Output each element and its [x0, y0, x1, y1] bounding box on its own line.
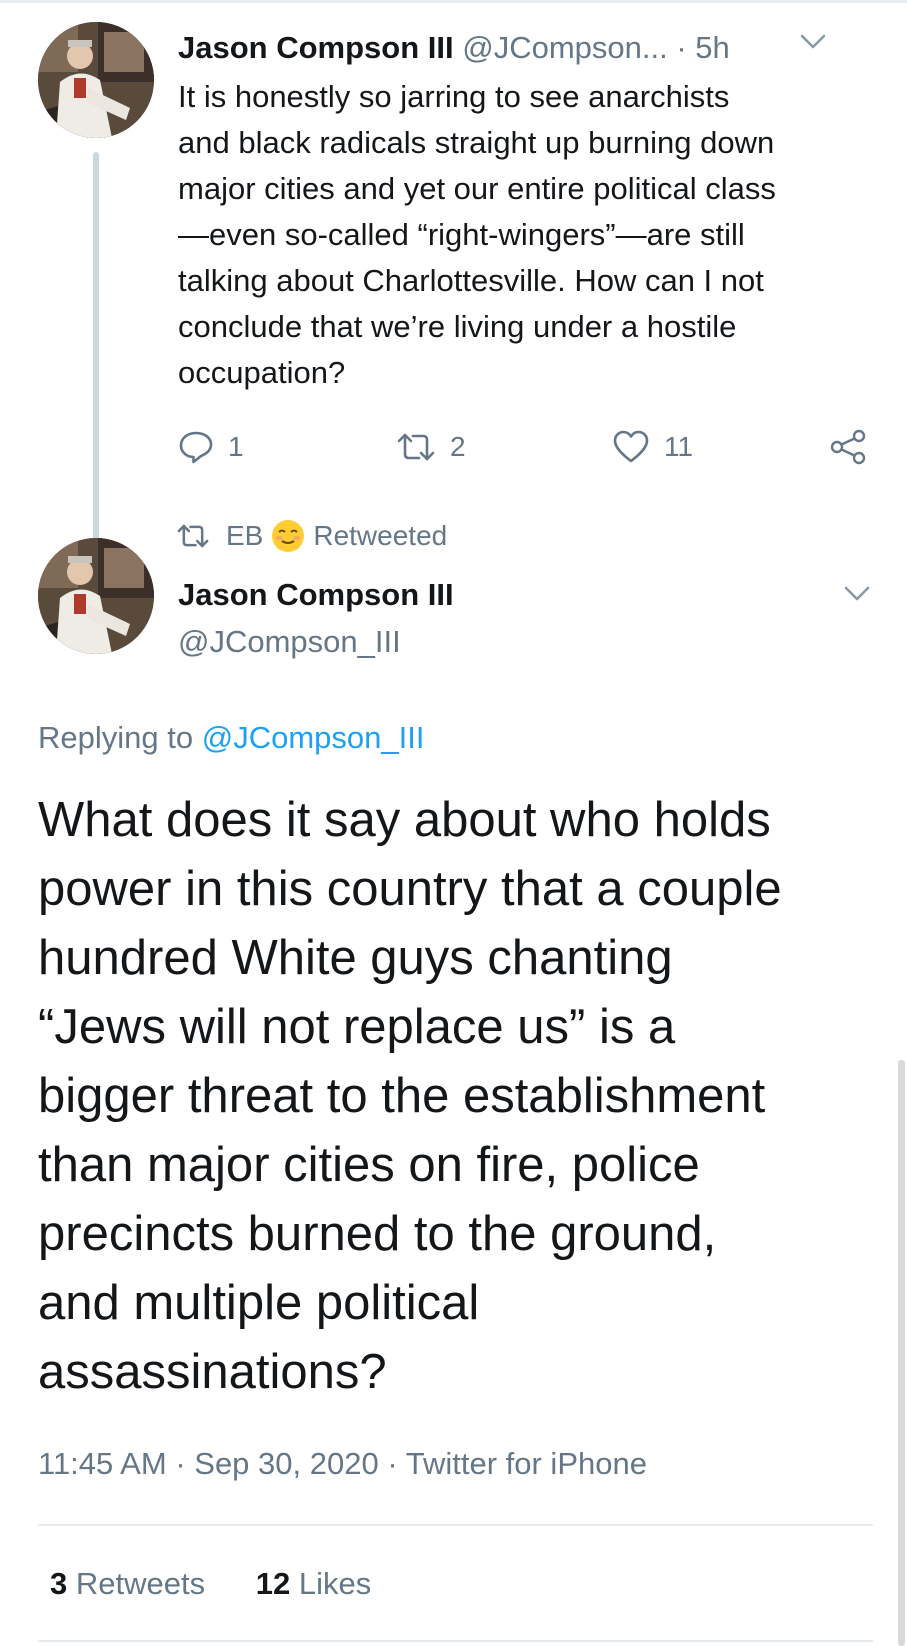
timestamp[interactable]: 5h	[695, 30, 729, 65]
retweet-icon	[397, 433, 435, 461]
retweets-stat[interactable]: 3 Retweets	[50, 1566, 214, 1601]
tweet-source[interactable]: Twitter for iPhone	[406, 1446, 647, 1481]
retweeted-by-bar[interactable]: EB Retweeted	[176, 514, 447, 558]
avatar[interactable]	[38, 538, 154, 654]
tweet-text-line: What does it say about who holds	[38, 793, 771, 847]
tweet-text-line: bigger threat to the establishment	[38, 1069, 766, 1123]
author-name[interactable]: Jason Compson III	[178, 573, 454, 617]
tweet-meta: 11:45 AM · Sep 30, 2020 · Twitter for iP…	[38, 1442, 647, 1486]
tweet-date: Sep 30, 2020	[194, 1446, 379, 1481]
tweet-text-line: “Jews will not replace us” is a	[38, 1000, 676, 1054]
replying-prefix: Replying to	[38, 720, 194, 755]
tweet-text-line: It is honestly so jarring to see anarchi…	[178, 79, 730, 114]
retweeted-label: Retweeted	[313, 520, 448, 551]
tweet-text-line: major cities and yet our entire politica…	[178, 171, 776, 206]
likes-count: 12	[255, 1566, 291, 1601]
separator: ·	[387, 1446, 398, 1481]
retweets-label: Retweets	[75, 1566, 206, 1601]
reply-count: 1	[228, 431, 244, 462]
separator: ·	[676, 30, 687, 65]
retweeter-name: EB	[226, 520, 264, 551]
tweet-time: 11:45 AM	[38, 1446, 167, 1481]
top-divider	[0, 0, 907, 3]
retweet-icon	[177, 524, 209, 548]
scrollbar[interactable]	[898, 1060, 905, 1646]
replying-to: Replying to @JCompson_III	[38, 716, 424, 760]
tweet-text-line: than major cities on fire, police	[38, 1138, 700, 1192]
reply-icon	[179, 431, 213, 464]
chevron-down-icon[interactable]	[798, 32, 828, 52]
separator: ·	[175, 1446, 186, 1481]
divider	[38, 1524, 873, 1526]
tweet-text-line: talking about Charlottesville. How can I…	[178, 263, 764, 298]
divider	[38, 1640, 873, 1642]
share-button[interactable]	[828, 425, 882, 469]
tweet-text-line: and multiple political	[38, 1276, 480, 1330]
engagement-stats: 3 Retweets 12 Likes	[50, 1562, 413, 1606]
retweets-count: 3	[50, 1566, 68, 1601]
like-count: 11	[664, 431, 694, 462]
tweet-text-line: hundred White guys chanting	[38, 931, 673, 985]
tweet-text-line: conclude that we’re living under a hosti…	[178, 309, 737, 344]
reply-button[interactable]: 1	[178, 425, 244, 469]
tweet-header: Jason Compson III @JCompson... · 5h	[178, 26, 868, 70]
share-icon	[830, 429, 866, 465]
tweet-text-line: and black radicals straight up burning d…	[178, 125, 775, 160]
author-name[interactable]: Jason Compson III	[178, 30, 454, 65]
tweet-text-line: assassinations?	[38, 1345, 387, 1399]
chevron-down-icon[interactable]	[842, 584, 872, 604]
thread-line	[93, 152, 99, 552]
tweet-text-line: —even so-called “right-wingers”—are stil…	[178, 217, 745, 252]
retweet-count: 2	[450, 431, 466, 462]
tweet-text-line: occupation?	[178, 355, 346, 390]
tweet-text-line: precincts burned to the ground,	[38, 1207, 717, 1261]
tweet-text: It is honestly so jarring to see anarchi…	[178, 74, 878, 396]
author-handle[interactable]: @JCompson...	[462, 30, 667, 65]
likes-stat[interactable]: 12 Likes	[256, 1566, 371, 1601]
tweet-text-line: power in this country that a couple	[38, 862, 782, 916]
mention-link[interactable]: @JCompson_III	[202, 720, 425, 755]
avatar[interactable]	[38, 22, 154, 138]
likes-label: Likes	[298, 1566, 372, 1601]
tweet-text: What does it say about who holds power i…	[38, 786, 878, 1407]
retweet-button[interactable]: 2	[396, 425, 466, 469]
author-handle[interactable]: @JCompson_III	[178, 620, 401, 664]
like-icon	[613, 430, 649, 463]
like-button[interactable]: 11	[612, 425, 693, 469]
relieved-face-emoji-icon	[272, 520, 305, 552]
